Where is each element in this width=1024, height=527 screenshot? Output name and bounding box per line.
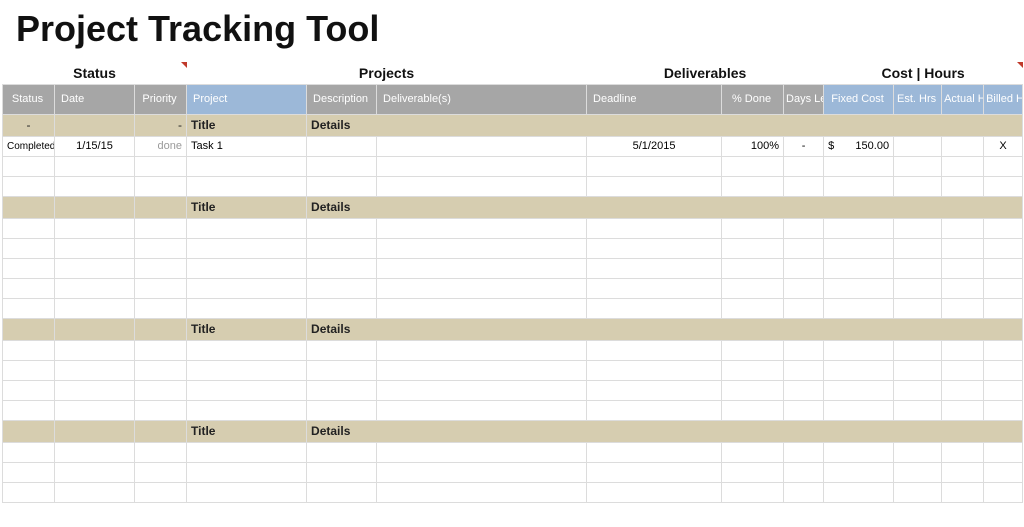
cell-deadline[interactable]: 5/1/2015 — [587, 136, 722, 156]
group-header-row: Status Projects Deliverables Cost | Hour… — [3, 62, 1023, 84]
table-row[interactable] — [3, 360, 1023, 380]
table-row[interactable] — [3, 176, 1023, 196]
cell-priority[interactable]: done — [135, 136, 187, 156]
col-esthrs[interactable]: Est. Hrs — [894, 84, 942, 114]
column-header-row: Status Date Priority Project Description… — [3, 84, 1023, 114]
section-details-label: Details — [307, 420, 1023, 442]
table-row[interactable] — [3, 442, 1023, 462]
col-priority[interactable]: Priority — [135, 84, 187, 114]
section-title-label: Title — [187, 196, 307, 218]
table-row[interactable] — [3, 238, 1023, 258]
cell-status[interactable]: Completed — [3, 136, 55, 156]
col-daysleft[interactable]: Days Left — [784, 84, 824, 114]
section-title-label: Title — [187, 318, 307, 340]
fixedcost-currency: $ — [828, 140, 834, 152]
table-row[interactable] — [3, 278, 1023, 298]
table-row[interactable] — [3, 482, 1023, 502]
table-row[interactable] — [3, 156, 1023, 176]
col-deadline[interactable]: Deadline — [587, 84, 722, 114]
table-row[interactable] — [3, 298, 1023, 318]
col-date[interactable]: Date — [55, 84, 135, 114]
section-header: - - Title Details — [3, 114, 1023, 136]
section-details-label: Details — [307, 114, 1023, 136]
section-header: Title Details — [3, 420, 1023, 442]
cell-actualhrs[interactable] — [942, 136, 984, 156]
section-details-label: Details — [307, 196, 1023, 218]
section-title-label: Title — [187, 420, 307, 442]
col-actualhrs[interactable]: Actual Hrs — [942, 84, 984, 114]
project-tracking-table: Status Projects Deliverables Cost | Hour… — [2, 62, 1023, 503]
table-row[interactable] — [3, 400, 1023, 420]
table-row[interactable]: Completed 1/15/15 done Task 1 5/1/2015 1… — [3, 136, 1023, 156]
section-status-dash: - — [3, 114, 55, 136]
section-title-label: Title — [187, 114, 307, 136]
col-description[interactable]: Description — [307, 84, 377, 114]
table-row[interactable] — [3, 340, 1023, 360]
group-header-costhours: Cost | Hours — [824, 62, 1023, 84]
cell-description[interactable] — [307, 136, 377, 156]
col-status[interactable]: Status — [3, 84, 55, 114]
col-fixedcost[interactable]: Fixed Cost — [824, 84, 894, 114]
group-header-projects: Projects — [187, 62, 587, 84]
col-project[interactable]: Project — [187, 84, 307, 114]
col-billedhrs[interactable]: Billed Hrs — [984, 84, 1023, 114]
cell-billedhrs[interactable]: X — [984, 136, 1023, 156]
cell-esthrs[interactable] — [894, 136, 942, 156]
section-header: Title Details — [3, 196, 1023, 218]
table-row[interactable] — [3, 218, 1023, 238]
section-header: Title Details — [3, 318, 1023, 340]
col-pctdone[interactable]: % Done — [722, 84, 784, 114]
cell-daysleft[interactable]: - — [784, 136, 824, 156]
cell-pctdone[interactable]: 100% — [722, 136, 784, 156]
section-priority-dash: - — [135, 114, 187, 136]
table-row[interactable] — [3, 380, 1023, 400]
group-header-status: Status — [3, 62, 187, 84]
cell-date[interactable]: 1/15/15 — [55, 136, 135, 156]
cell-project[interactable]: Task 1 — [187, 136, 307, 156]
col-deliverables[interactable]: Deliverable(s) — [377, 84, 587, 114]
section-details-label: Details — [307, 318, 1023, 340]
cell-deliverables[interactable] — [377, 136, 587, 156]
table-row[interactable] — [3, 462, 1023, 482]
table-row[interactable] — [3, 258, 1023, 278]
page-title: Project Tracking Tool — [0, 0, 1024, 62]
group-header-deliverables: Deliverables — [587, 62, 824, 84]
fixedcost-value: 150.00 — [855, 140, 889, 152]
section-blank — [55, 114, 135, 136]
cell-fixedcost[interactable]: $ 150.00 — [824, 136, 894, 156]
